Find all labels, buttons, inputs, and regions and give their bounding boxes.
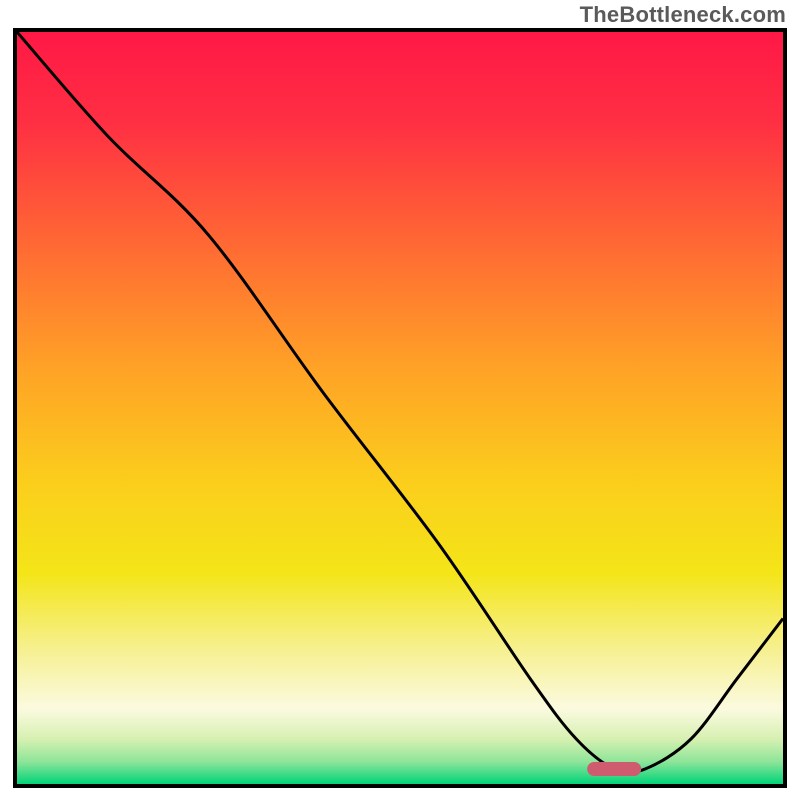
chart-frame [13,28,787,788]
bottleneck-curve [17,32,783,784]
plot-area [17,32,783,784]
recommendation-marker [588,762,642,776]
watermark-text: TheBottleneck.com [580,2,786,28]
